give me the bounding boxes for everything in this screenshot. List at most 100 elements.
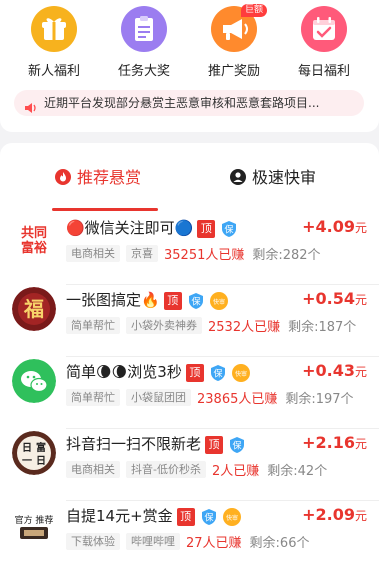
remaining-count: 剩余:42个	[267, 464, 328, 479]
remaining-count: 剩余:197个	[285, 392, 354, 407]
merchant-tag: 哔哩哔哩	[126, 533, 180, 550]
svg-text:共同: 共同	[21, 225, 47, 241]
avatar: 共同 富裕	[12, 215, 56, 259]
user-circle-icon	[230, 169, 246, 191]
pin-badge: 顶	[176, 507, 195, 526]
feature-label: 每日福利	[297, 64, 350, 79]
avatar: 日 富 一 日	[12, 431, 56, 475]
divider	[66, 500, 379, 501]
divider	[66, 356, 379, 357]
svg-text:快审: 快审	[226, 514, 238, 522]
svg-text:保: 保	[233, 439, 242, 451]
task-title-text: 简单🌘🌘浏览3秒	[66, 363, 182, 381]
wechat-icon	[12, 359, 56, 403]
task-title: 自提14元+赏金顶保 快审	[66, 505, 242, 526]
task-price: +4.09元	[302, 217, 367, 236]
category-tag: 简单帮忙	[66, 389, 120, 406]
pin-badge: 顶	[205, 435, 224, 454]
avatar: 福	[12, 287, 56, 331]
feature-label: 新人福利	[27, 64, 80, 79]
svg-text:保: 保	[213, 367, 222, 379]
fast-review-badge: 快审	[222, 507, 241, 526]
price-unit: 元	[354, 365, 367, 379]
feature-daily-welfare[interactable]: 每日福利	[284, 6, 364, 79]
task-price: +0.43元	[302, 361, 367, 380]
earned-count: 27人已赚	[186, 536, 242, 551]
price-unit: 元	[354, 221, 367, 235]
svg-text:保: 保	[191, 295, 200, 307]
promo-badge: 巨额	[240, 4, 267, 17]
category-tag: 下载体验	[66, 533, 120, 550]
feature-task-prize[interactable]: 任务大奖	[104, 6, 184, 79]
shield-icon: 保	[188, 292, 203, 309]
remaining-count: 剩余:66个	[249, 536, 310, 551]
svg-text:富裕: 富裕	[21, 240, 47, 256]
tab-fast-review[interactable]: 极速快审	[230, 167, 316, 191]
feature-promotion-reward[interactable]: 巨额 推广奖励	[194, 4, 274, 79]
svg-text:福: 福	[23, 297, 44, 321]
feature-card: 新人福利 任务大奖 巨额 推广奖励 每日福利 近期平台发现部分悬赏主恶意审核和恶…	[0, 0, 379, 132]
task-row[interactable]: 福 一张图搞定🔥 顶保 快审 +0.54元 简单帮忙 小袋外卖神券 2532人已赚 剩余:…	[0, 287, 379, 359]
pin-badge: 顶	[163, 291, 182, 310]
task-meta: 简单帮忙 小袋外卖神券 2532人已赚 剩余:187个	[66, 316, 356, 335]
task-price: +2.16元	[302, 433, 367, 452]
task-row[interactable]: 简单🌘🌘浏览3秒顶保 快审 +0.43元 简单帮忙 小袋鼠团团 23865人已赚 剩余:…	[0, 359, 379, 431]
svg-text:保: 保	[204, 511, 213, 523]
remaining-count: 剩余:282个	[252, 248, 321, 263]
price-unit: 元	[354, 437, 367, 451]
fast-review-badge: 快审	[231, 363, 250, 382]
shield-icon: 保	[230, 436, 245, 453]
task-meta: 下载体验 哔哩哔哩 27人已赚 剩余:66个	[66, 532, 309, 551]
price-value: +2.09	[302, 505, 355, 524]
task-meta: 电商相关 抖音-低价秒杀 2人已赚 剩余:42个	[66, 460, 327, 479]
task-meta: 电商相关 京喜 35251人已赚 剩余:282个	[66, 244, 321, 263]
task-title: 一张图搞定🔥 顶保 快审	[66, 289, 229, 310]
notice-bar[interactable]: 近期平台发现部分悬赏主恶意审核和恶意套路项目...	[14, 90, 364, 116]
gift-icon	[31, 6, 77, 52]
pin-badge: 顶	[197, 219, 216, 238]
divider	[66, 284, 379, 285]
tab-label: 极速快审	[252, 168, 317, 187]
task-title: 抖音扫一扫不限新老顶保	[66, 433, 246, 454]
earned-count: 2532人已赚	[208, 320, 281, 335]
price-value: +0.43	[302, 361, 355, 380]
shield-icon: 保	[210, 364, 225, 381]
pin-badge: 顶	[185, 363, 204, 382]
category-tag: 电商相关	[66, 245, 120, 262]
svg-text:快审: 快审	[213, 298, 225, 306]
task-title: 🔴微信关注即可🔵 顶保	[66, 217, 238, 238]
svg-text:日: 日	[36, 455, 46, 467]
task-title-text: 抖音扫一扫不限新老	[66, 435, 202, 453]
task-row[interactable]: 共同 富裕 🔴微信关注即可🔵 顶保 +4.09元 电商相关 京喜 35251人已赚 剩余…	[0, 215, 379, 287]
fire-icon	[55, 169, 71, 191]
feature-newbie-welfare[interactable]: 新人福利	[14, 6, 94, 79]
price-value: +4.09	[302, 217, 355, 236]
svg-text:官方 推荐: 官方 推荐	[15, 514, 54, 526]
merchant-tag: 小袋外卖神券	[126, 317, 202, 334]
svg-text:保: 保	[225, 223, 234, 235]
svg-text:快审: 快审	[235, 370, 247, 378]
price-unit: 元	[354, 293, 367, 307]
task-row[interactable]: 日 富 一 日 抖音扫一扫不限新老顶保 +2.16元 电商相关 抖音-低价秒杀 2人…	[0, 431, 379, 503]
category-tag: 简单帮忙	[66, 317, 120, 334]
svg-text:富: 富	[36, 441, 46, 454]
clipboard-icon	[121, 6, 167, 52]
fast-review-badge: 快审	[209, 291, 228, 310]
merchant-tag: 抖音-低价秒杀	[126, 461, 206, 478]
divider	[66, 428, 379, 429]
task-list-card: 推荐悬赏 极速快审 共同 富裕 🔴微信关注即可🔵 顶保 +4.09元 电商相关 …	[0, 143, 379, 561]
avatar: 官方 推荐	[12, 503, 56, 547]
svg-text:一: 一	[22, 456, 32, 467]
tab-bar: 推荐悬赏 极速快审	[0, 167, 379, 211]
tab-label: 推荐悬赏	[77, 168, 142, 187]
notice-text: 近期平台发现部分悬赏主恶意审核和恶意套路项目...	[44, 96, 320, 110]
merchant-tag: 京喜	[126, 245, 158, 262]
task-title-text: 自提14元+赏金	[66, 507, 173, 525]
feature-label: 任务大奖	[117, 64, 170, 79]
task-row[interactable]: 官方 推荐 自提14元+赏金顶保 快审 +2.09元 下载体验 哔哩哔哩 27人已赚剩…	[0, 503, 379, 561]
earned-count: 23865人已赚	[197, 392, 278, 407]
tab-recommended[interactable]: 推荐悬赏	[55, 167, 141, 191]
feature-label: 推广奖励	[207, 64, 260, 79]
earned-count: 2人已赚	[211, 464, 260, 479]
merchant-tag: 小袋鼠团团	[126, 389, 191, 406]
